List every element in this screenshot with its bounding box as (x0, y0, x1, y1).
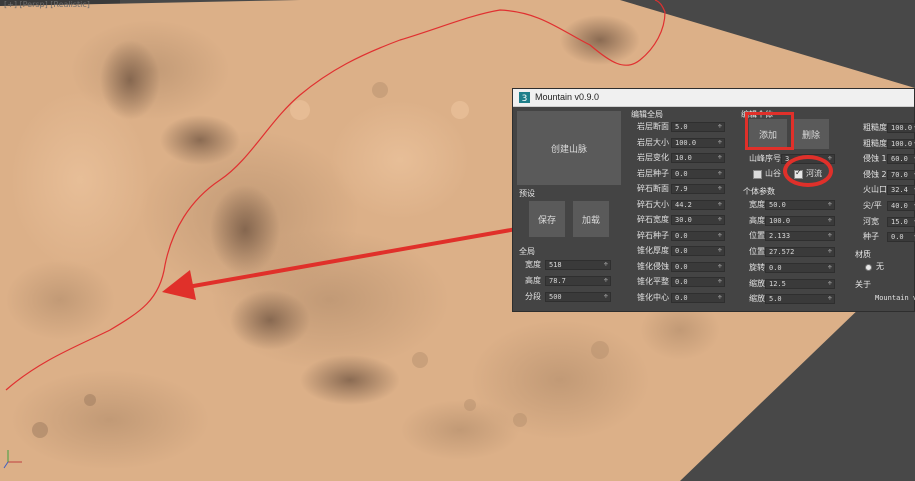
about-text: Mountain v0.9.0 (875, 294, 915, 302)
shape-param-label: 火山口 (863, 185, 887, 195)
edit-global-param-label: 锥化平整 (637, 277, 669, 286)
window-titlebar[interactable]: 3 Mountain v0.9.0 (513, 89, 914, 107)
edit-global-param-spinner[interactable]: 30.0 (671, 215, 725, 225)
individual-param-spinner[interactable]: 27.572 (765, 247, 835, 258)
shape-param-spinner[interactable]: 100.0 (887, 138, 915, 149)
edit-global-param-spinner[interactable]: 0.0 (671, 261, 725, 272)
individual-param-spinner[interactable]: 5.0 (765, 294, 835, 305)
shape-param-label: 河宽 (863, 216, 879, 226)
edit-global-section-label: 编辑全局 (631, 110, 663, 119)
edit-global-param-label: 岩层种子 (637, 168, 669, 178)
edit-global-param-label: 锥化侵蚀 (637, 261, 669, 271)
edit-global-param-spinner[interactable]: 7.9 (671, 184, 725, 194)
edit-global-param-label: 岩层变化 (637, 153, 669, 162)
shape-param-spinner[interactable]: 100.0 (887, 123, 915, 133)
shape-param-spinner[interactable]: 0.0 (887, 232, 915, 243)
individual-param-spinner[interactable]: 2.133 (765, 231, 835, 242)
material-section-label: 材质 (855, 250, 871, 259)
material-none-radio[interactable] (865, 264, 872, 271)
edit-global-param-spinner[interactable]: 0.0 (671, 246, 725, 256)
shape-param-spinner[interactable]: 40.0 (887, 201, 915, 211)
viewport-label[interactable]: [+] [Persp] [Realistic] (4, 0, 90, 9)
global-segments-spinner[interactable]: 500 (545, 292, 611, 302)
edit-global-param-label: 碎石断面 (637, 184, 669, 193)
individual-param-spinner[interactable]: 0.0 (765, 262, 835, 273)
max-app-icon: 3 (519, 92, 530, 103)
individual-params-section-label: 个体参数 (743, 187, 775, 196)
svg-text:3: 3 (522, 94, 528, 103)
create-mountain-button[interactable]: 创建山脉 (517, 111, 621, 185)
global-height-spinner[interactable]: 78.7 (545, 276, 611, 286)
shape-param-spinner[interactable]: 60.0 (887, 154, 915, 165)
shape-param-spinner[interactable]: 70.0 (887, 169, 915, 180)
annotation-circle-river-checkbox (783, 155, 833, 187)
valley-label: 山谷 (765, 169, 781, 178)
edit-global-param-label: 锥化中心 (637, 292, 669, 302)
global-width-label: 宽度 (525, 260, 541, 269)
shape-param-label: 种子 (863, 232, 879, 242)
edit-global-param-label: 碎石种子 (637, 230, 669, 240)
load-preset-button[interactable]: 加载 (573, 201, 609, 237)
mountain-plugin-window[interactable]: 3 Mountain v0.9.0 创建山脉 预设 保存 加载 全局 宽度 51… (512, 88, 915, 312)
edit-global-param-label: 锥化厚度 (637, 246, 669, 255)
delete-peak-button[interactable]: 删除 (793, 119, 829, 149)
edit-global-param-spinner[interactable]: 0.0 (671, 168, 725, 179)
shape-param-spinner[interactable]: 32.4 (887, 185, 915, 196)
shape-param-label: 尖/平 (863, 201, 882, 210)
shape-param-label: 侵蚀 2 (863, 169, 887, 179)
individual-param-spinner[interactable]: 50.0 (765, 200, 835, 210)
edit-global-param-spinner[interactable]: 5.0 (671, 122, 725, 132)
material-none-label: 无 (876, 262, 884, 271)
individual-param-spinner[interactable]: 12.5 (765, 278, 835, 289)
edit-global-param-spinner[interactable]: 10.0 (671, 153, 725, 163)
shape-param-spinner[interactable]: 15.0 (887, 216, 915, 227)
individual-param-spinner[interactable]: 100.0 (765, 215, 835, 226)
edit-global-param-label: 岩层大小 (637, 137, 669, 147)
individual-param-label: 宽度 (749, 200, 765, 209)
edit-global-param-spinner[interactable]: 100.0 (671, 137, 725, 148)
edit-global-param-spinner[interactable]: 44.2 (671, 199, 725, 210)
window-title: Mountain v0.9.0 (535, 92, 600, 102)
about-section-label: 关于 (855, 280, 871, 289)
individual-param-label: 旋转 (749, 262, 765, 272)
edit-global-param-spinner[interactable]: 0.0 (671, 292, 725, 303)
global-section-label: 全局 (519, 247, 535, 256)
save-preset-button[interactable]: 保存 (529, 201, 565, 237)
edit-global-param-spinner[interactable]: 0.0 (671, 230, 725, 241)
global-segments-label: 分段 (525, 292, 541, 301)
annotation-box-add-button (745, 112, 794, 150)
edit-global-param-spinner[interactable]: 0.0 (671, 277, 725, 287)
global-height-label: 高度 (525, 276, 541, 285)
individual-param-label: 高度 (749, 215, 765, 225)
peak-sequence-label: 山峰序号 (749, 154, 781, 163)
edit-global-param-label: 碎石宽度 (637, 215, 669, 224)
global-width-spinner[interactable]: 518 (545, 260, 611, 270)
preset-section-label: 预设 (519, 189, 535, 198)
shape-param-label: 侵蚀 1 (863, 154, 887, 164)
edit-global-param-label: 岩层断面 (637, 122, 669, 131)
valley-checkbox[interactable] (753, 170, 762, 179)
edit-global-param-label: 碎石大小 (637, 199, 669, 209)
